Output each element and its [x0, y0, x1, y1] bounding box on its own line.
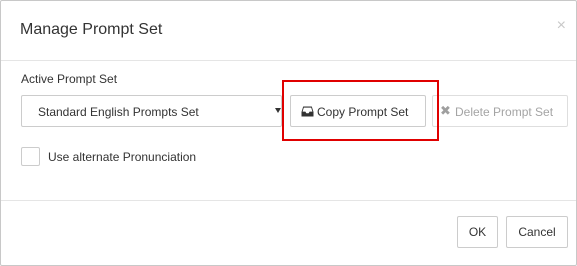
alternate-pronunciation-label: Use alternate Pronunciation	[48, 150, 197, 164]
caret-down-icon	[275, 108, 281, 113]
cancel-button[interactable]: Cancel	[506, 216, 568, 248]
alternate-pronunciation-checkbox[interactable]	[21, 147, 40, 166]
dialog-header: Manage Prompt Set ×	[1, 1, 576, 61]
active-prompt-set-label: Active Prompt Set	[21, 72, 118, 86]
delete-prompt-set-label: Delete Prompt Set	[455, 105, 554, 119]
selected-prompt-set-value: Standard English Prompts Set	[38, 105, 199, 119]
ok-button[interactable]: OK	[457, 216, 498, 248]
times-icon: ✖	[440, 103, 451, 118]
manage-prompt-set-dialog: Manage Prompt Set × Active Prompt Set St…	[0, 0, 577, 266]
highlight-annotation	[282, 80, 439, 141]
close-icon[interactable]: ×	[557, 18, 566, 34]
dialog-title: Manage Prompt Set	[20, 21, 163, 38]
delete-prompt-set-button[interactable]: ✖ Delete Prompt Set	[432, 95, 568, 127]
footer-divider	[1, 200, 576, 201]
active-prompt-set-select[interactable]: Standard English Prompts Set	[21, 95, 282, 127]
